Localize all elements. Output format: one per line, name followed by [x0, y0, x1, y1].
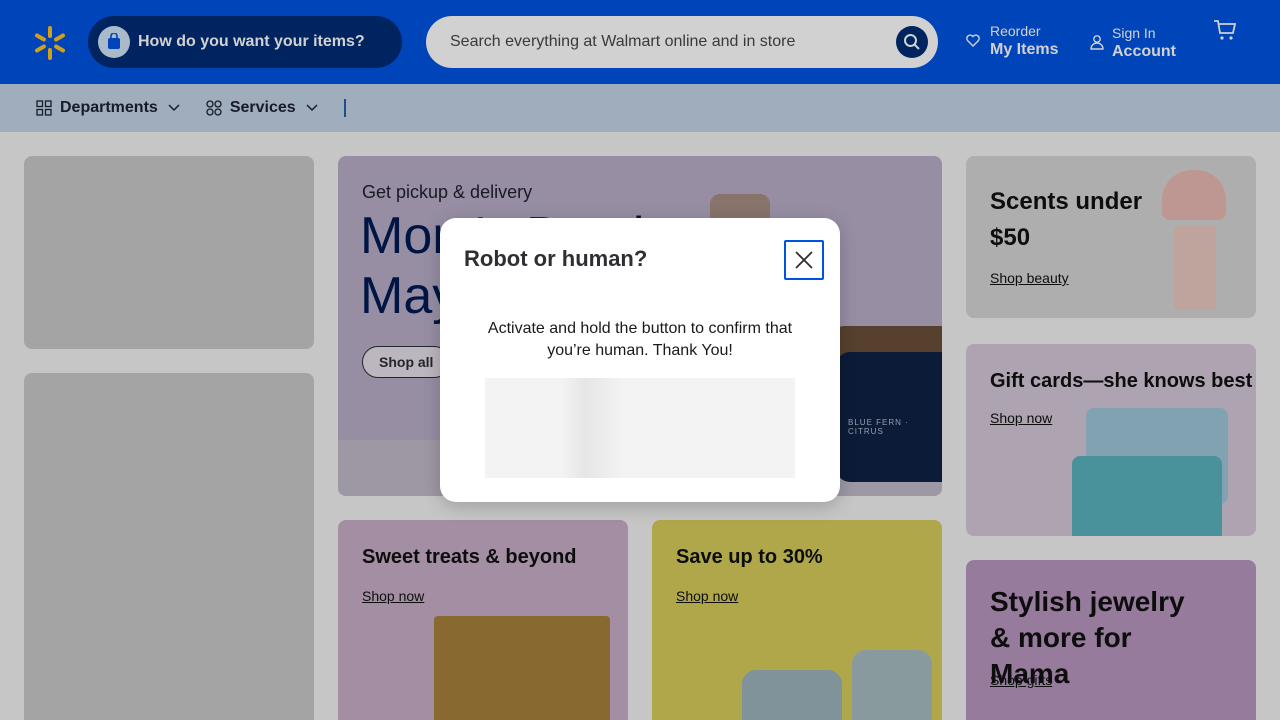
press-and-hold-button[interactable] [485, 378, 795, 478]
close-icon [795, 251, 813, 269]
dialog-message: Activate and hold the button to confirm … [487, 320, 793, 359]
captcha-dialog: Robot or human? Activate and hold the bu… [440, 218, 840, 502]
dialog-title: Robot or human? [464, 246, 648, 271]
close-button[interactable] [784, 240, 824, 280]
